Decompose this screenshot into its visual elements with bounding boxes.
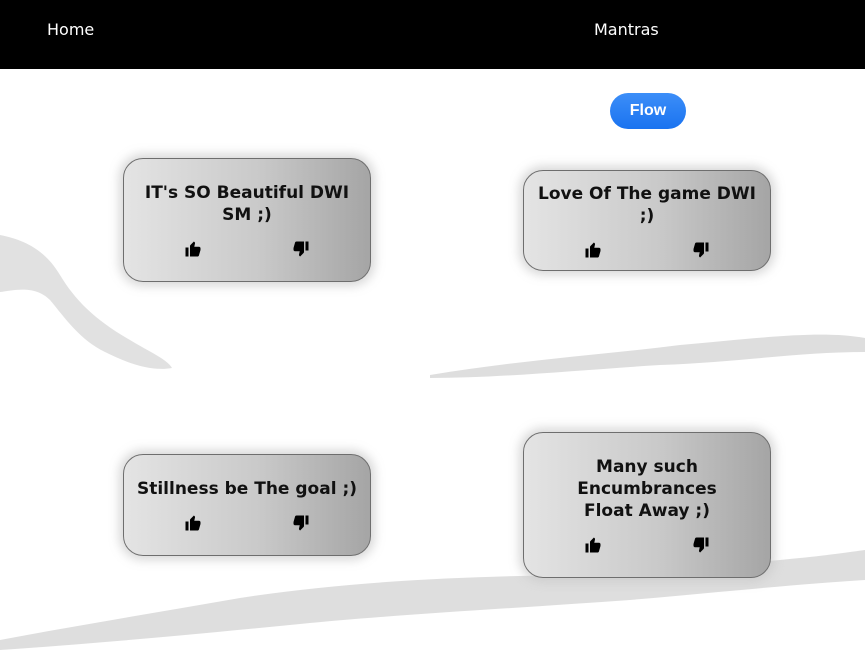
- thumbs-down-icon[interactable]: [292, 240, 310, 258]
- mantra-card: Many such Encumbrances Float Away ;): [523, 432, 771, 578]
- mantra-text: IT's SO Beautiful DWI SM ;): [144, 183, 350, 225]
- thumbs-down-icon[interactable]: [692, 536, 710, 554]
- mantra-text: Stillness be The goal ;): [136, 479, 358, 499]
- card-actions: [524, 536, 770, 554]
- card-actions: [524, 241, 770, 259]
- top-navbar: Home Mantras: [0, 0, 865, 69]
- nav-home-link[interactable]: Home: [47, 20, 94, 39]
- card-actions: [124, 240, 370, 258]
- mantra-card: Love Of The game DWI ;): [523, 170, 771, 271]
- thumbs-up-icon[interactable]: [184, 240, 202, 258]
- mantra-text: Love Of The game DWI ;): [538, 183, 756, 226]
- thumbs-up-icon[interactable]: [184, 514, 202, 532]
- nav-mantras-link[interactable]: Mantras: [594, 20, 659, 39]
- mantra-card: IT's SO Beautiful DWI SM ;): [123, 158, 371, 282]
- thumbs-down-icon[interactable]: [292, 514, 310, 532]
- mantra-card: Stillness be The goal ;): [123, 454, 371, 556]
- mantra-text: Many such Encumbrances Float Away ;): [577, 457, 717, 521]
- thumbs-up-icon[interactable]: [584, 536, 602, 554]
- flow-button[interactable]: Flow: [610, 93, 686, 129]
- thumbs-up-icon[interactable]: [584, 241, 602, 259]
- thumbs-down-icon[interactable]: [692, 241, 710, 259]
- card-actions: [124, 514, 370, 532]
